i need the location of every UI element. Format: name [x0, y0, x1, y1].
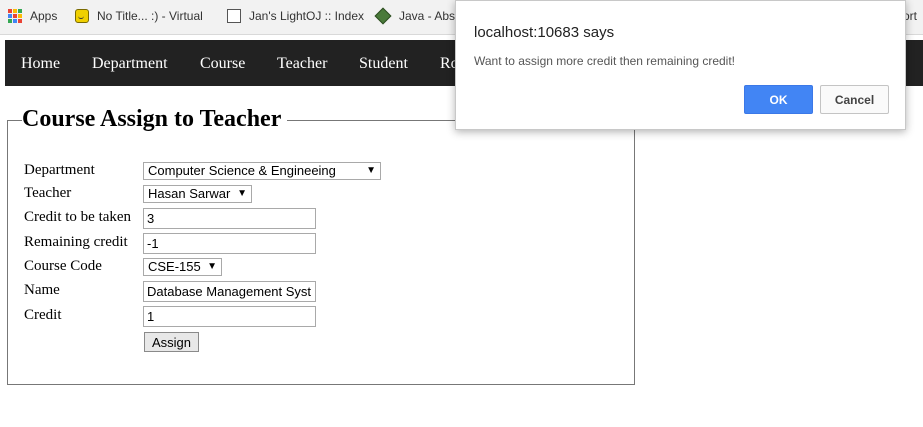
teacher-label: Teacher	[24, 185, 72, 201]
nav-student[interactable]: Student	[359, 55, 408, 73]
department-select[interactable]: Computer Science & Engineeing ▼	[143, 162, 381, 180]
course-code-value: CSE-155	[148, 259, 201, 274]
nav-home[interactable]: Home	[21, 55, 60, 73]
credit-label: Credit	[24, 307, 62, 323]
teacher-select[interactable]: Hasan Sarwar ▼	[143, 185, 252, 203]
form-legend: Course Assign to Teacher	[22, 106, 282, 132]
dropdown-arrow-icon: ▼	[366, 165, 376, 176]
dropdown-arrow-icon: ▼	[237, 188, 247, 199]
nav-department[interactable]: Department	[92, 55, 168, 73]
course-code-select[interactable]: CSE-155 ▼	[143, 258, 222, 276]
ok-button[interactable]: OK	[744, 85, 813, 114]
bookmark-no-title[interactable]: No Title... :) - Virtual	[75, 9, 203, 23]
bookmark-label: No Title... :) - Virtual	[97, 9, 203, 23]
alert-dialog: localhost:10683 says Want to assign more…	[455, 0, 906, 130]
bookmark-apps[interactable]: Apps	[8, 9, 57, 23]
course-name-input[interactable]	[143, 281, 316, 302]
dropdown-arrow-icon: ▼	[207, 261, 217, 272]
department-value: Computer Science & Engineeing	[148, 163, 336, 178]
credit-to-be-taken-label: Credit to be taken	[24, 209, 132, 225]
bookmark-lightoj[interactable]: Jan's LightOJ :: Index	[227, 9, 364, 23]
course-code-label: Course Code	[24, 258, 102, 274]
dialog-message: Want to assign more credit then remainin…	[474, 54, 736, 68]
bookmark-label: Jan's LightOJ :: Index	[249, 9, 365, 23]
apps-grid-icon	[8, 9, 22, 23]
remaining-credit-input[interactable]	[143, 233, 316, 254]
bookmark-label: Apps	[30, 9, 58, 23]
fieldset-border	[7, 120, 22, 121]
bookmark-label: Java - Abst	[399, 9, 459, 23]
dialog-title: localhost:10683 says	[474, 24, 615, 41]
credit-to-be-taken-input[interactable]	[143, 208, 316, 229]
nav-teacher[interactable]: Teacher	[277, 55, 327, 73]
bookmark-java[interactable]: Java - Abst	[374, 7, 459, 25]
smiley-icon	[75, 9, 89, 23]
course-assign-fieldset	[7, 120, 635, 385]
cancel-button[interactable]: Cancel	[820, 85, 889, 114]
diamond-icon	[374, 7, 392, 25]
department-label: Department	[24, 162, 95, 178]
nav-course[interactable]: Course	[200, 55, 245, 73]
teacher-value: Hasan Sarwar	[148, 186, 231, 201]
credit-input[interactable]	[143, 306, 316, 327]
page-icon	[227, 9, 241, 23]
name-label: Name	[24, 282, 60, 298]
assign-button[interactable]: Assign	[144, 332, 199, 352]
remaining-credit-label: Remaining credit	[24, 234, 128, 250]
